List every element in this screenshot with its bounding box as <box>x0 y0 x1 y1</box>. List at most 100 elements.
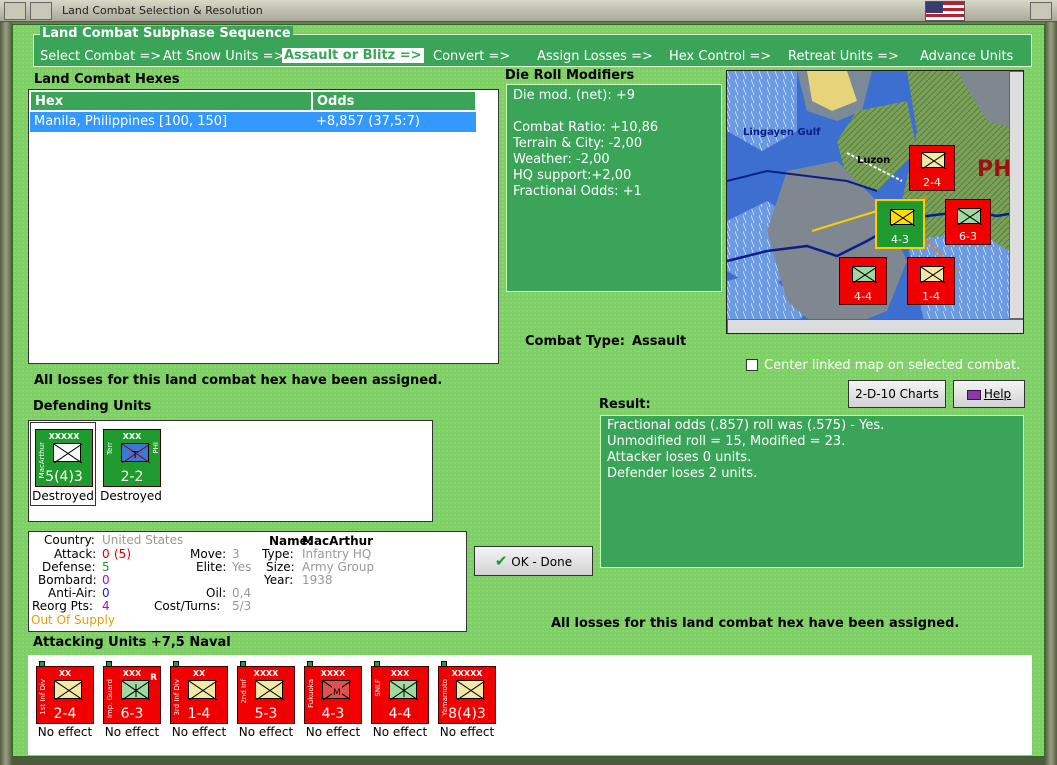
unit-size: XXXX <box>253 669 279 678</box>
attacking-unit[interactable]: XXXXX Yamamoto 8(4)3 <box>438 661 496 724</box>
antiair-label: Anti-Air: <box>48 586 97 600</box>
oil-label: Oil: <box>206 586 227 600</box>
mountain-symbol-icon: M <box>322 680 351 700</box>
charts-button[interactable]: 2-D-10 Charts <box>848 380 946 408</box>
defending-unit-status: Destroyed <box>32 489 94 503</box>
hex-row-odds[interactable]: +8,857 (37,5:7) <box>312 112 476 132</box>
defense-value: 5 <box>102 560 110 574</box>
step-advance-units[interactable]: Advance Units <box>920 49 1013 64</box>
svg-text:M: M <box>333 688 341 698</box>
attacking-unit-status: No effect <box>37 725 93 739</box>
marine-symbol-icon <box>121 680 150 700</box>
infantry-symbol-icon <box>53 443 82 463</box>
map-unit-strength: 4-4 <box>854 290 872 303</box>
losses-assigned-message-bottom: All losses for this land combat hex have… <box>551 616 960 631</box>
map-unit-strength: 2-4 <box>923 176 941 189</box>
unit-strength: 8(4)3 <box>448 706 486 722</box>
title-bar: Land Combat Selection & Resolution <box>0 0 1057 22</box>
center-map-label[interactable]: Center linked map on selected combat. <box>764 358 1020 373</box>
map-unit-strength: 4-3 <box>891 233 909 246</box>
unit-designation: Fukuoka <box>307 679 315 708</box>
move-value: 3 <box>232 547 240 561</box>
defending-unit-territorial[interactable]: XXX Terr PHI T 2-2 <box>103 429 161 487</box>
unit-size: XXXXX <box>451 669 483 678</box>
combat-type-label: Combat Type: <box>525 334 625 349</box>
map-unit-macarthur[interactable]: 4-3 <box>875 199 925 249</box>
svg-text:T: T <box>131 450 139 461</box>
defending-unit-status: Destroyed <box>100 489 162 503</box>
map-vertical-scrollbar[interactable] <box>1009 71 1023 319</box>
map-unit[interactable]: 4-4 <box>839 257 887 305</box>
reorg-value: 4 <box>102 599 110 613</box>
system-menu-button[interactable] <box>4 2 26 20</box>
marine-symbol-icon <box>389 680 418 700</box>
column-header-odds[interactable]: Odds <box>312 91 476 111</box>
map-unit[interactable]: 6-3 <box>945 199 991 245</box>
ok-done-button[interactable]: ✔ OK - Done <box>474 546 593 576</box>
unit-strength: 5-3 <box>254 706 278 722</box>
name-value: MacArthur <box>302 534 374 548</box>
attacking-unit[interactable]: XXX Imp. Guard R 6-3 <box>103 661 161 724</box>
unit-designation: 2nd Inf <box>240 679 248 704</box>
combat-type-value: Assault <box>632 334 687 349</box>
supply-dot-icon <box>39 661 45 667</box>
attacking-unit[interactable]: XXXX Fukuoka M 4-3 <box>304 661 362 724</box>
defending-unit-macarthur[interactable]: XXXXX MacArthur 5(4)3 <box>35 429 93 487</box>
attacking-unit[interactable]: XX 3rd Inf Div 1-4 <box>170 661 228 724</box>
supply-dot-icon <box>173 661 179 667</box>
attacking-unit[interactable]: XXXX 2nd Inf 5-3 <box>237 661 295 724</box>
unit-strength: 1-4 <box>187 706 211 722</box>
modifier-line <box>513 104 715 120</box>
attacking-unit-status: No effect <box>104 725 160 739</box>
step-select-combat[interactable]: Select Combat => <box>40 49 161 64</box>
type-value: Infantry HQ <box>302 547 372 561</box>
map-unit[interactable]: 2-4 <box>909 145 955 191</box>
step-assault-or-blitz[interactable]: Assault or Blitz => <box>282 48 424 63</box>
step-assign-losses[interactable]: Assign Losses => <box>537 49 653 64</box>
restore-button[interactable] <box>30 2 52 20</box>
unit-flag: R <box>150 673 157 683</box>
center-map-checkbox[interactable] <box>746 359 758 371</box>
attacking-unit-status: No effect <box>238 725 294 739</box>
map-unit-strength: 1-4 <box>922 290 940 303</box>
close-button[interactable] <box>1030 2 1052 20</box>
move-label: Move: <box>190 547 227 561</box>
supply-dot-icon <box>441 661 447 667</box>
attacking-unit[interactable]: XXX SNLF 4-4 <box>371 661 429 724</box>
step-hex-control[interactable]: Hex Control => <box>669 49 771 64</box>
step-att-snow-units[interactable]: Att Snow Units => <box>163 49 284 64</box>
year-value: 1938 <box>302 573 333 587</box>
map-label-island: Luzon <box>857 155 891 166</box>
reorg-label: Reorg Pts: <box>32 599 93 613</box>
attacking-unit[interactable]: XX 1st Inf Div 2-4 <box>36 661 94 724</box>
unit-size: XX <box>192 669 206 678</box>
left-border <box>0 22 12 765</box>
unit-strength: 6-3 <box>120 706 144 722</box>
size-value: Army Group <box>302 560 375 574</box>
step-retreat-units[interactable]: Retreat Units => <box>788 49 899 64</box>
country-label: Country: <box>44 533 95 547</box>
help-button[interactable]: Help <box>953 380 1025 408</box>
result-title: Result: <box>599 397 651 412</box>
result-line: Unmodified roll = 15, Modified = 23. <box>607 434 846 449</box>
bombard-value: 0 <box>102 573 110 587</box>
step-convert[interactable]: Convert => <box>433 49 510 64</box>
result-line: Defender loses 2 units. <box>607 466 758 481</box>
supply-status: Out Of Supply <box>31 613 115 627</box>
supply-dot-icon <box>106 661 112 667</box>
unit-size: XXXX <box>320 669 346 678</box>
unit-designation: SNLF <box>374 679 382 697</box>
result-panel: Fractional odds (.857) roll was (.575) -… <box>600 415 1024 568</box>
supply-dot-icon <box>240 661 246 667</box>
linked-map[interactable]: Lingayen Gulf Luzon PH 2-4 4-3 6-3 4-4 1… <box>726 70 1024 334</box>
column-header-hex[interactable]: Hex <box>30 91 312 111</box>
hex-row-hex[interactable]: Manila, Philippines [100, 150] <box>30 112 312 132</box>
cost-value: 5/3 <box>232 599 252 613</box>
map-horizontal-scrollbar[interactable] <box>727 319 1023 333</box>
year-label: Year: <box>264 573 294 587</box>
modifier-line: Die mod. (net): +9 <box>513 88 636 103</box>
map-unit[interactable]: 1-4 <box>907 257 955 305</box>
oil-value: 0,4 <box>232 586 252 600</box>
unit-size: XXX <box>390 669 410 678</box>
supply-dot-icon <box>307 661 313 667</box>
